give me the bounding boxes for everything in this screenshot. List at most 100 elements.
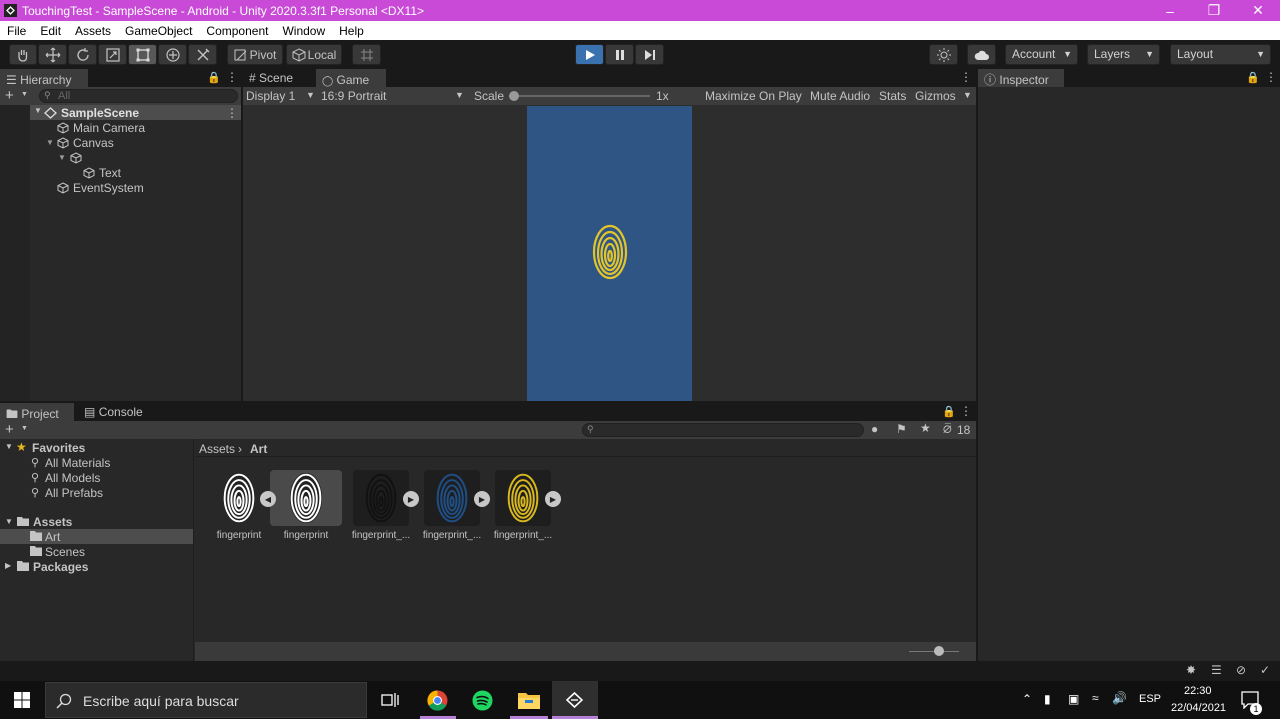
- move-tool-button[interactable]: [38, 44, 67, 65]
- chevron-down-icon[interactable]: ▼: [21, 425, 28, 432]
- chevron-down-icon[interactable]: ▼: [5, 517, 13, 526]
- layers-dropdown[interactable]: Layers ▼: [1087, 44, 1160, 65]
- add-icon[interactable]: +: [5, 87, 14, 104]
- close-button[interactable]: ✕: [1236, 0, 1280, 21]
- hierarchy-item-canvas[interactable]: Canvas: [73, 136, 114, 150]
- breadcrumb-assets[interactable]: Assets: [199, 442, 235, 456]
- transform-tool-button[interactable]: [158, 44, 187, 65]
- scale-tool-button[interactable]: [98, 44, 127, 65]
- restore-button[interactable]: ❐: [1192, 0, 1236, 21]
- tab-console[interactable]: ▤ Console: [78, 403, 158, 421]
- asset-thumbnail[interactable]: [424, 470, 480, 526]
- favorite-all-materials[interactable]: All Materials: [45, 456, 110, 470]
- assets-folder-label[interactable]: Assets: [33, 515, 72, 529]
- lock-icon[interactable]: 🔒: [942, 405, 956, 418]
- monitor-icon[interactable]: ▣: [1068, 692, 1079, 706]
- chevron-right-icon[interactable]: ▶: [5, 561, 11, 570]
- layers-icon[interactable]: ☰: [1211, 663, 1222, 677]
- gameobject-cube-icon[interactable]: [70, 152, 82, 164]
- menu-assets[interactable]: Assets: [68, 24, 118, 38]
- clock-date[interactable]: 22/04/2021: [1171, 702, 1226, 714]
- display-dropdown[interactable]: Display 1: [246, 89, 295, 103]
- layout-dropdown[interactable]: Layout ▼: [1170, 44, 1271, 65]
- scale-slider-track[interactable]: [514, 95, 650, 97]
- asset-name[interactable]: fingerprint: [202, 530, 276, 541]
- asset-name[interactable]: fingerprint_...: [486, 530, 560, 541]
- menu-gameobject[interactable]: GameObject: [118, 24, 199, 38]
- chevron-down-icon[interactable]: ▼: [455, 90, 464, 100]
- chevron-down-icon[interactable]: ▼: [46, 138, 54, 147]
- tab-game[interactable]: ◯ Game: [316, 69, 386, 87]
- maximize-on-play-toggle[interactable]: Maximize On Play: [705, 89, 802, 103]
- check-circle-icon[interactable]: ✓: [1260, 663, 1270, 677]
- lock-icon[interactable]: 🔒: [207, 71, 221, 84]
- menu-edit[interactable]: Edit: [33, 24, 68, 38]
- kebab-menu-icon[interactable]: ⋮: [226, 70, 238, 84]
- chevron-down-icon[interactable]: ▼: [34, 106, 42, 115]
- hidden-packages-icon[interactable]: ⦱: [943, 422, 952, 437]
- task-view-icon[interactable]: [381, 692, 399, 708]
- windows-start-icon[interactable]: [14, 692, 30, 708]
- bug-icon[interactable]: ✸: [1186, 663, 1196, 677]
- aspect-dropdown[interactable]: 16:9 Portrait: [321, 89, 386, 103]
- packages-folder-label[interactable]: Packages: [33, 560, 88, 574]
- hand-tool-button[interactable]: [9, 44, 37, 65]
- chevron-down-icon[interactable]: ▼: [5, 442, 13, 451]
- tab-scene[interactable]: # Scene: [243, 69, 313, 87]
- battery-icon[interactable]: ▮: [1044, 692, 1051, 706]
- account-dropdown[interactable]: Account ▼: [1005, 44, 1078, 65]
- asset-thumbnail[interactable]: [211, 470, 267, 526]
- local-toggle[interactable]: Local: [286, 44, 342, 65]
- gizmos-toggle[interactable]: Gizmos: [915, 89, 956, 103]
- chevron-down-icon[interactable]: ▼: [306, 90, 315, 100]
- rotate-tool-button[interactable]: [68, 44, 97, 65]
- folder-scenes-label[interactable]: Scenes: [45, 545, 85, 559]
- no-entry-icon[interactable]: ⊘: [1236, 663, 1246, 677]
- tag-icon[interactable]: ⚑: [896, 422, 907, 436]
- rect-tool-button[interactable]: [128, 44, 157, 65]
- expand-arrow-icon[interactable]: ▶: [545, 491, 561, 507]
- mute-audio-toggle[interactable]: Mute Audio: [810, 89, 870, 103]
- breadcrumb-art[interactable]: Art: [250, 442, 267, 456]
- taskbar-search-input[interactable]: Escribe aquí para buscar: [45, 682, 367, 718]
- folder-row-art[interactable]: [0, 529, 193, 544]
- hierarchy-search-input[interactable]: ⚲ All: [39, 89, 238, 103]
- kebab-menu-icon[interactable]: ⋮: [226, 106, 238, 120]
- favorites-label[interactable]: Favorites: [32, 441, 85, 455]
- chrome-icon[interactable]: [427, 690, 448, 711]
- play-button[interactable]: [575, 44, 604, 65]
- volume-icon[interactable]: 🔊: [1112, 691, 1127, 705]
- tab-hierarchy[interactable]: ☰ Hierarchy: [0, 69, 88, 87]
- chevron-up-icon[interactable]: ⌃: [1022, 692, 1032, 706]
- hierarchy-item-main-camera[interactable]: Main Camera: [73, 121, 145, 135]
- hierarchy-item-eventsystem[interactable]: EventSystem: [73, 181, 144, 195]
- grid-snap-button[interactable]: [352, 44, 381, 65]
- asset-name[interactable]: fingerprint_...: [415, 530, 489, 541]
- stats-toggle[interactable]: Stats: [879, 89, 906, 103]
- kebab-menu-icon[interactable]: ⋮: [960, 404, 972, 418]
- add-icon[interactable]: +: [5, 421, 14, 438]
- expand-arrow-icon[interactable]: ▶: [474, 491, 490, 507]
- menu-file[interactable]: File: [0, 24, 33, 38]
- thumbnail-size-handle[interactable]: [934, 646, 944, 656]
- wifi-icon[interactable]: ≈: [1092, 691, 1099, 705]
- filter-by-type-icon[interactable]: ●: [871, 422, 878, 436]
- menu-window[interactable]: Window: [275, 24, 332, 38]
- input-language[interactable]: ESP: [1139, 693, 1161, 705]
- chevron-down-icon[interactable]: ▼: [21, 91, 28, 98]
- pause-button[interactable]: [605, 44, 634, 65]
- kebab-menu-icon[interactable]: ⋮: [1265, 70, 1277, 84]
- chevron-down-icon[interactable]: ▼: [58, 153, 66, 162]
- step-button[interactable]: [635, 44, 664, 65]
- lock-icon[interactable]: 🔒: [1246, 71, 1260, 84]
- minimize-button[interactable]: –: [1148, 0, 1192, 21]
- cloud-button[interactable]: [967, 44, 996, 65]
- spotify-icon[interactable]: [472, 690, 493, 711]
- scale-slider-handle[interactable]: [509, 91, 519, 101]
- file-explorer-icon[interactable]: [518, 691, 540, 709]
- project-search-input[interactable]: ⚲: [582, 423, 864, 437]
- custom-tool-button[interactable]: [188, 44, 217, 65]
- tab-project[interactable]: 🖿 Project: [0, 403, 74, 421]
- asset-name[interactable]: fingerprint: [269, 530, 343, 541]
- pivot-toggle[interactable]: Pivot: [227, 44, 283, 65]
